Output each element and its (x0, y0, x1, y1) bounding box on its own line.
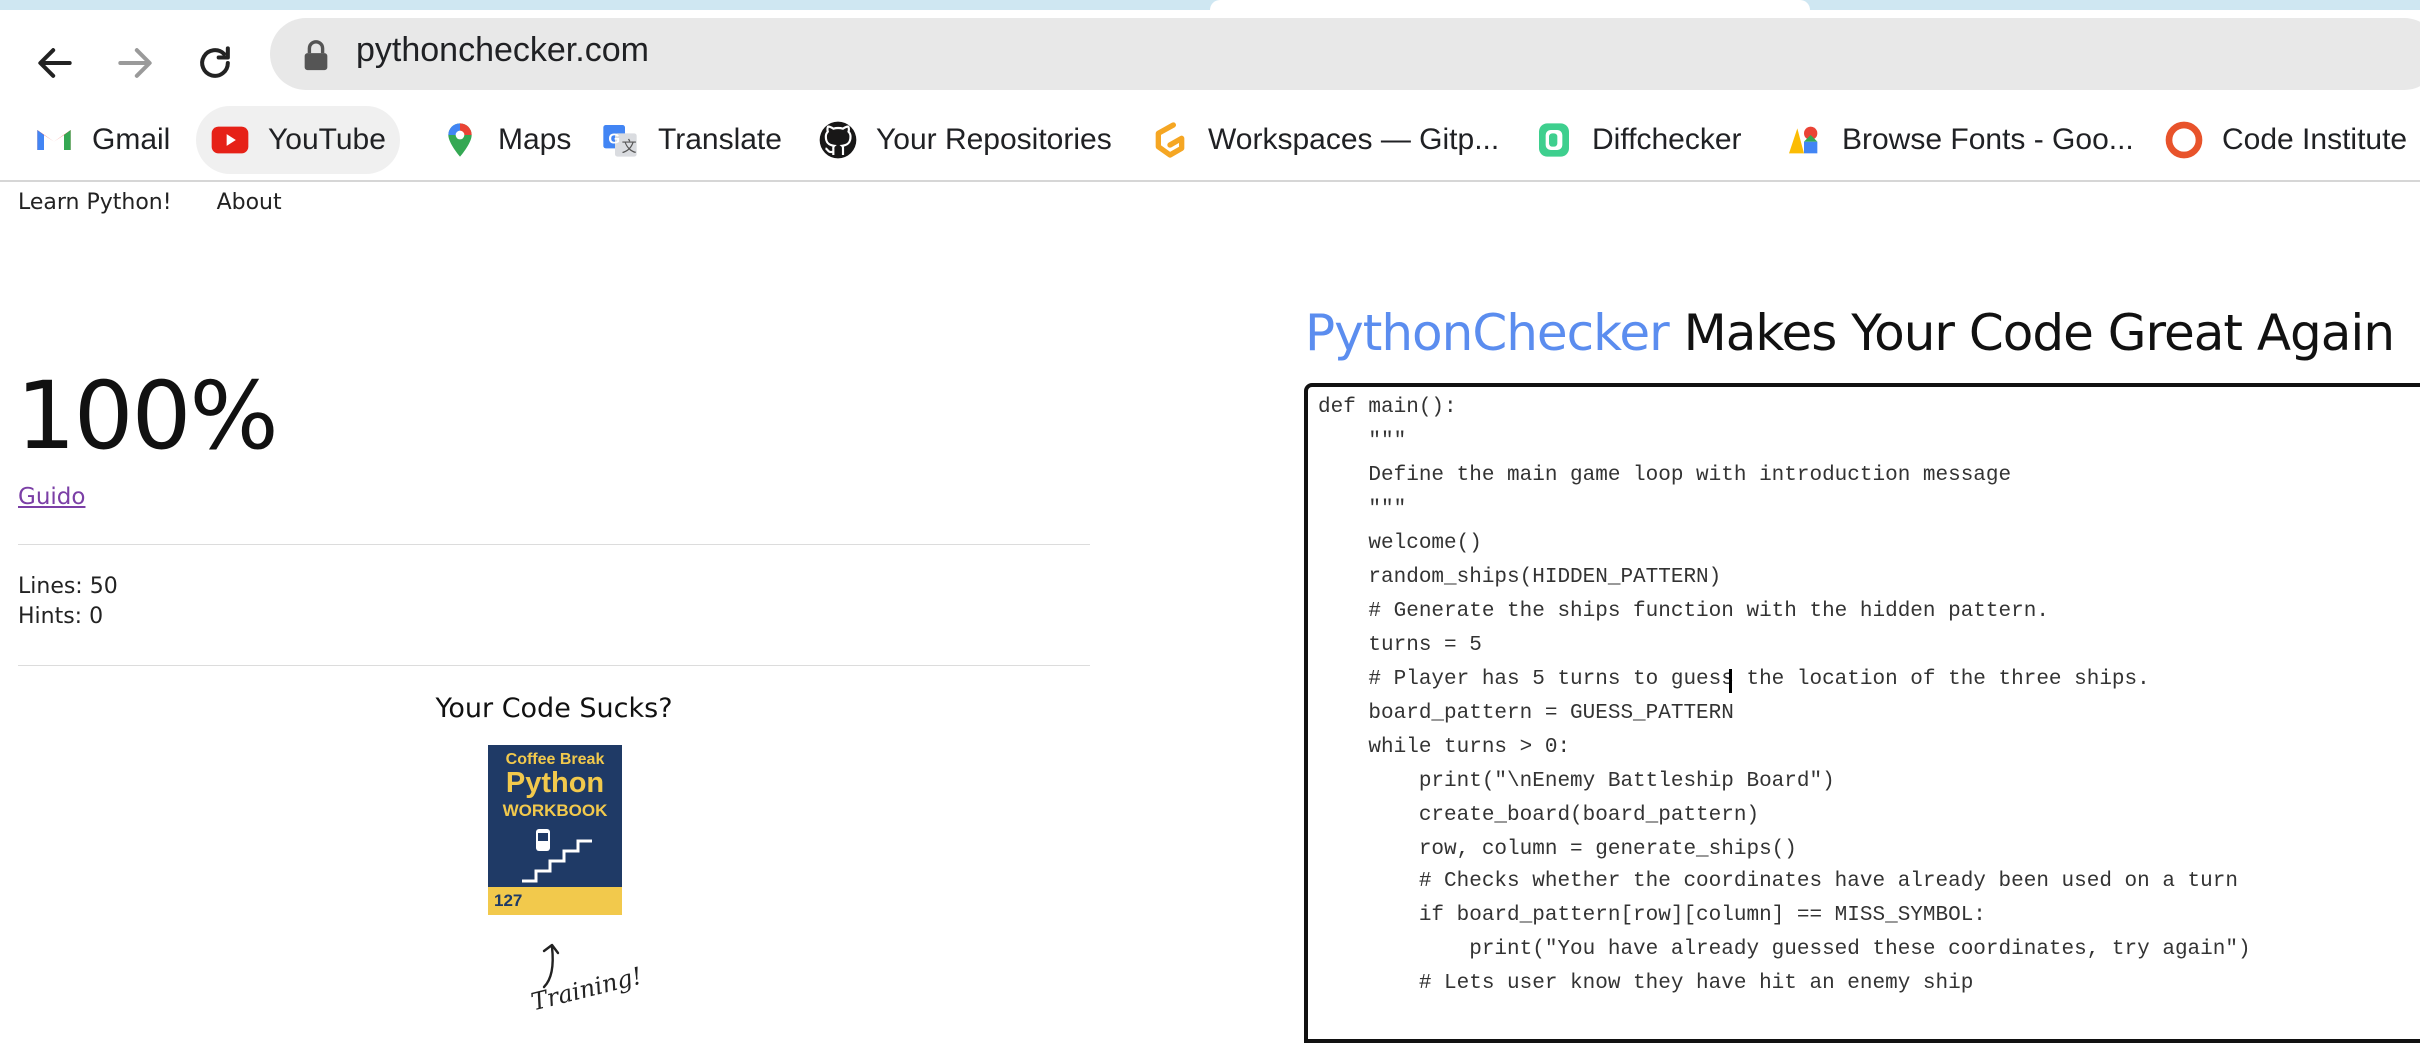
code-line: create_board(board_pattern) (1318, 804, 1760, 827)
url-text[interactable]: pythonchecker.com (356, 31, 649, 70)
code-line: if board_pattern[row][column] == MISS_SY… (1318, 904, 1986, 927)
arrow-right-icon (118, 48, 152, 78)
code-text: Define the main game loop with introduct… (1318, 464, 2012, 487)
code-line: while turns > 0: (1318, 736, 1571, 759)
site-nav: Learn Python! About (18, 190, 320, 215)
code-line: # Generate the ships function with the h… (1318, 600, 2049, 623)
tab-strip (0, 0, 2420, 10)
book-number: 127 (494, 891, 523, 910)
code-line: def main(): (1318, 396, 1457, 419)
author-link[interactable]: Guido (18, 484, 85, 510)
code-institute-icon (2164, 120, 2204, 160)
forward-button[interactable] (100, 28, 170, 98)
lines-count: Lines: 50 (18, 574, 118, 599)
back-button[interactable] (20, 28, 90, 98)
divider (18, 544, 1090, 545)
browser-toolbar: pythonchecker.com (0, 10, 2420, 100)
book-title-line: WORKBOOK (502, 801, 608, 820)
google-fonts-icon (1784, 120, 1824, 160)
github-icon (818, 120, 858, 160)
brand-name: PythonChecker (1305, 304, 1670, 362)
text-cursor (1729, 669, 1732, 693)
bookmark-browse-fonts[interactable]: Browse Fonts - Goo... (1770, 106, 2148, 174)
page-headline: PythonChecker Makes Your Code Great Agai… (1305, 304, 2395, 362)
code-line: Define the main game loop with introduct… (1318, 463, 2011, 489)
svg-text:G: G (608, 130, 620, 147)
active-tab[interactable] (1210, 0, 1810, 10)
code-line: turns = 5 (1318, 634, 1482, 657)
bookmark-workspaces-gitpod[interactable]: Workspaces — Gitp... (1136, 106, 1513, 174)
book-title-line: Python (505, 767, 605, 799)
reload-button[interactable] (180, 28, 250, 98)
code-line: # Player has 5 turns to guess the locati… (1318, 668, 2150, 691)
code-editor[interactable]: def main(): """ Define the main game loo… (1304, 383, 2420, 1043)
code-line: welcome() (1318, 532, 1482, 555)
translate-icon: G文 (600, 120, 640, 160)
bookmarks-bar: Gmail YouTube Maps G文 Translate Your Rep… (0, 100, 2420, 182)
bookmark-code-institute[interactable]: Code Institute (2150, 106, 2420, 174)
stairs-illustration (522, 829, 592, 883)
code-line: # Lets user know they have hit an enemy … (1318, 972, 1974, 995)
bookmark-label: Browse Fonts - Goo... (1842, 123, 2134, 156)
code-line: """ (1318, 430, 1407, 453)
code-line: row, column = generate_ships() (1318, 838, 1797, 861)
code-line: # Checks whether the coordinates have al… (1318, 870, 2238, 893)
promo-heading: Your Code Sucks? (435, 693, 673, 724)
nav-learn-python[interactable]: Learn Python! (18, 190, 172, 215)
gitpod-icon (1150, 120, 1190, 160)
svg-text:文: 文 (622, 139, 637, 156)
score-value: 100% (16, 362, 279, 471)
youtube-icon (210, 120, 250, 160)
address-bar[interactable]: pythonchecker.com (270, 18, 2420, 90)
code-line: random_ships(HIDDEN_PATTERN) (1318, 566, 1722, 589)
code-line: print("\nEnemy Battleship Board") (1318, 770, 1835, 793)
code-line: print("You have already guessed these co… (1318, 938, 2251, 961)
bookmark-youtube[interactable]: YouTube (196, 106, 400, 174)
bookmark-label: Translate (658, 123, 782, 156)
diffchecker-icon (1534, 120, 1574, 160)
bookmark-diffchecker[interactable]: Diffchecker (1520, 106, 1756, 174)
lock-icon[interactable] (300, 38, 332, 72)
bookmark-label: Gmail (92, 123, 171, 156)
arrow-left-icon (38, 48, 72, 78)
code-line: """ (1318, 498, 1407, 521)
book-cover-image[interactable]: Coffee Break Python WORKBOOK 127 (488, 745, 622, 915)
nav-about[interactable]: About (217, 190, 282, 215)
divider (18, 665, 1090, 666)
bookmark-label: Workspaces — Gitp... (1208, 123, 1500, 156)
headline-text: Makes Your Code Great Again (1668, 304, 2395, 362)
bookmark-translate[interactable]: G文 Translate (586, 106, 796, 174)
bookmark-your-repositories[interactable]: Your Repositories (804, 106, 1126, 174)
bookmark-label: Diffchecker (1592, 123, 1742, 156)
bookmark-label: YouTube (268, 123, 386, 156)
bookmark-gmail[interactable]: Gmail (20, 106, 184, 174)
bookmark-label: Maps (498, 123, 572, 156)
bookmark-label: Code Institute (2222, 123, 2408, 156)
code-line: board_pattern = GUESS_PATTERN (1318, 702, 1734, 725)
maps-icon (440, 120, 480, 160)
gmail-icon (34, 120, 74, 160)
bookmark-label: Your Repositories (876, 123, 1112, 156)
reload-icon (200, 46, 230, 78)
bookmark-maps[interactable]: Maps (426, 106, 585, 174)
hints-count: Hints: 0 (18, 604, 104, 629)
